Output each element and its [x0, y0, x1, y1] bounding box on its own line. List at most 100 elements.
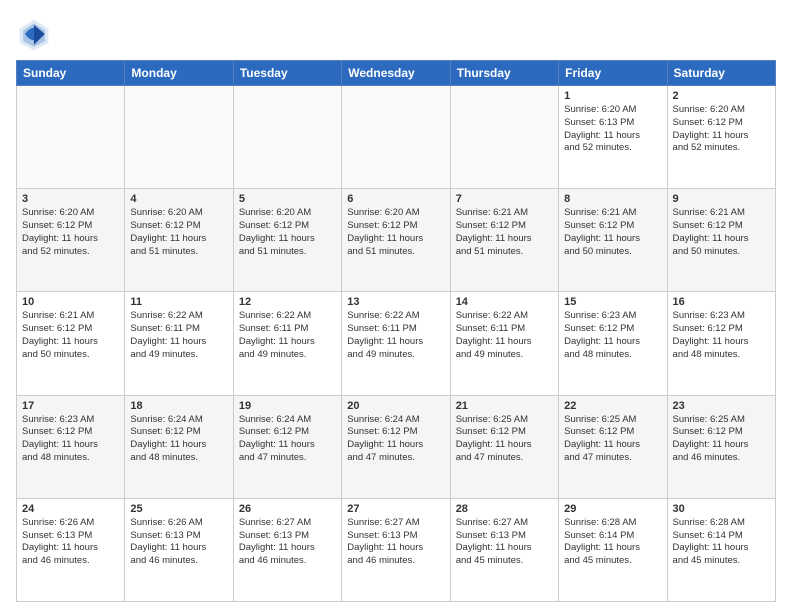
calendar-cell: 9Sunrise: 6:21 AM Sunset: 6:12 PM Daylig… — [667, 189, 775, 292]
day-number: 17 — [22, 400, 119, 412]
day-number: 23 — [673, 400, 770, 412]
calendar-cell: 14 Sunrise: 6:22 AM Sunset: 6:11 PM Dayli… — [450, 292, 558, 395]
calendar-cell: 13 Sunrise: 6:22 AM Sunset: 6:11 PM Dayli… — [342, 292, 450, 395]
day-number: 26 — [239, 503, 336, 515]
calendar-cell: 20 Sunrise: 6:24 AM Sunset: 6:12 PM Dayli… — [342, 395, 450, 498]
day-info: Sunrise: 6:22 AM Sunset: 6:11 PM Dayligh… — [347, 310, 444, 361]
calendar-cell: 4 Sunrise: 6:20 AM Sunset: 6:12 PM Daylig… — [125, 189, 233, 292]
day-number: 13 — [347, 296, 444, 308]
calendar-cell: 2 Sunrise: 6:20 AM Sunset: 6:12 PM Daylig… — [667, 86, 775, 189]
day-info: Sunrise: 6:28 AM Sunset: 6:14 PM Dayligh… — [673, 517, 770, 568]
day-info: Sunrise: 6:27 AM Sunset: 6:13 PM Dayligh… — [456, 517, 553, 568]
day-number: 11 — [130, 296, 227, 308]
calendar-cell: 28 Sunrise: 6:27 AM Sunset: 6:13 PM Dayli… — [450, 498, 558, 601]
calendar-cell: 11 Sunrise: 6:22 AM Sunset: 6:11 PM Dayli… — [125, 292, 233, 395]
day-number: 27 — [347, 503, 444, 515]
calendar-cell: 24 Sunrise: 6:26 AM Sunset: 6:13 PM Dayli… — [17, 498, 125, 601]
day-number: 20 — [347, 400, 444, 412]
day-number: 8 — [564, 193, 661, 205]
day-info: Sunrise: 6:22 AM Sunset: 6:11 PM Dayligh… — [456, 310, 553, 361]
calendar-cell: 1Sunrise: 6:20 AM Sunset: 6:13 PM Daylig… — [559, 86, 667, 189]
calendar-week-row: 3 Sunrise: 6:20 AM Sunset: 6:12 PM Daylig… — [17, 189, 776, 292]
day-number: 3 — [22, 193, 119, 205]
day-info: Sunrise: 6:24 AM Sunset: 6:12 PM Dayligh… — [130, 414, 227, 465]
day-info: Sunrise: 6:25 AM Sunset: 6:12 PM Dayligh… — [564, 414, 661, 465]
day-number: 30 — [673, 503, 770, 515]
day-number: 7 — [456, 193, 553, 205]
day-number: 12 — [239, 296, 336, 308]
day-number: 29 — [564, 503, 661, 515]
day-info: Sunrise: 6:20 AM Sunset: 6:12 PM Dayligh… — [22, 207, 119, 258]
weekday-header-saturday: Saturday — [667, 61, 775, 86]
calendar-week-row: 10 Sunrise: 6:21 AM Sunset: 6:12 PM Dayli… — [17, 292, 776, 395]
day-number: 6 — [347, 193, 444, 205]
calendar-cell: 18 Sunrise: 6:24 AM Sunset: 6:12 PM Dayli… — [125, 395, 233, 498]
day-info: Sunrise: 6:23 AM Sunset: 6:12 PM Dayligh… — [673, 310, 770, 361]
calendar-cell: 6 Sunrise: 6:20 AM Sunset: 6:12 PM Daylig… — [342, 189, 450, 292]
weekday-header-monday: Monday — [125, 61, 233, 86]
day-number: 25 — [130, 503, 227, 515]
day-info: Sunrise: 6:23 AM Sunset: 6:12 PM Dayligh… — [22, 414, 119, 465]
day-number: 24 — [22, 503, 119, 515]
day-info: Sunrise: 6:26 AM Sunset: 6:13 PM Dayligh… — [22, 517, 119, 568]
day-info: Sunrise: 6:24 AM Sunset: 6:12 PM Dayligh… — [239, 414, 336, 465]
day-info: Sunrise: 6:20 AM Sunset: 6:12 PM Dayligh… — [673, 104, 770, 155]
day-number: 5 — [239, 193, 336, 205]
day-number: 9 — [673, 193, 770, 205]
day-number: 10 — [22, 296, 119, 308]
day-number: 16 — [673, 296, 770, 308]
day-info: Sunrise: 6:20 AM Sunset: 6:12 PM Dayligh… — [130, 207, 227, 258]
day-info: Sunrise: 6:20 AM Sunset: 6:12 PM Dayligh… — [239, 207, 336, 258]
weekday-header-wednesday: Wednesday — [342, 61, 450, 86]
calendar-cell: 12 Sunrise: 6:22 AM Sunset: 6:11 PM Dayli… — [233, 292, 341, 395]
calendar-cell: 5 Sunrise: 6:20 AM Sunset: 6:12 PM Daylig… — [233, 189, 341, 292]
calendar-cell: 16 Sunrise: 6:23 AM Sunset: 6:12 PM Dayli… — [667, 292, 775, 395]
calendar-cell: 26 Sunrise: 6:27 AM Sunset: 6:13 PM Dayli… — [233, 498, 341, 601]
calendar-week-row: 17 Sunrise: 6:23 AM Sunset: 6:12 PM Dayli… — [17, 395, 776, 498]
logo — [16, 16, 56, 52]
calendar-week-row: 24 Sunrise: 6:26 AM Sunset: 6:13 PM Dayli… — [17, 498, 776, 601]
day-number: 28 — [456, 503, 553, 515]
calendar-cell — [233, 86, 341, 189]
calendar-cell: 30 Sunrise: 6:28 AM Sunset: 6:14 PM Dayli… — [667, 498, 775, 601]
day-info: Sunrise: 6:21 AM Sunset: 6:12 PM Dayligh… — [456, 207, 553, 258]
calendar-cell: 29Sunrise: 6:28 AM Sunset: 6:14 PM Dayli… — [559, 498, 667, 601]
calendar-week-row: 1Sunrise: 6:20 AM Sunset: 6:13 PM Daylig… — [17, 86, 776, 189]
calendar-cell — [125, 86, 233, 189]
day-number: 15 — [564, 296, 661, 308]
page: SundayMondayTuesdayWednesdayThursdayFrid… — [0, 0, 792, 612]
day-info: Sunrise: 6:24 AM Sunset: 6:12 PM Dayligh… — [347, 414, 444, 465]
calendar-cell: 7 Sunrise: 6:21 AM Sunset: 6:12 PM Daylig… — [450, 189, 558, 292]
calendar-cell — [17, 86, 125, 189]
calendar-cell: 19Sunrise: 6:24 AM Sunset: 6:12 PM Dayli… — [233, 395, 341, 498]
day-info: Sunrise: 6:27 AM Sunset: 6:13 PM Dayligh… — [239, 517, 336, 568]
calendar-cell — [450, 86, 558, 189]
calendar-cell: 10 Sunrise: 6:21 AM Sunset: 6:12 PM Dayli… — [17, 292, 125, 395]
day-info: Sunrise: 6:21 AM Sunset: 6:12 PM Dayligh… — [22, 310, 119, 361]
day-number: 2 — [673, 90, 770, 102]
calendar-cell: 17 Sunrise: 6:23 AM Sunset: 6:12 PM Dayli… — [17, 395, 125, 498]
weekday-header-tuesday: Tuesday — [233, 61, 341, 86]
calendar-table: SundayMondayTuesdayWednesdayThursdayFrid… — [16, 60, 776, 602]
calendar-cell: 15Sunrise: 6:23 AM Sunset: 6:12 PM Dayli… — [559, 292, 667, 395]
calendar-cell: 25 Sunrise: 6:26 AM Sunset: 6:13 PM Dayli… — [125, 498, 233, 601]
day-info: Sunrise: 6:26 AM Sunset: 6:13 PM Dayligh… — [130, 517, 227, 568]
day-info: Sunrise: 6:22 AM Sunset: 6:11 PM Dayligh… — [130, 310, 227, 361]
day-number: 14 — [456, 296, 553, 308]
weekday-header-sunday: Sunday — [17, 61, 125, 86]
day-number: 21 — [456, 400, 553, 412]
day-info: Sunrise: 6:21 AM Sunset: 6:12 PM Dayligh… — [564, 207, 661, 258]
day-number: 18 — [130, 400, 227, 412]
day-info: Sunrise: 6:27 AM Sunset: 6:13 PM Dayligh… — [347, 517, 444, 568]
weekday-header-friday: Friday — [559, 61, 667, 86]
header — [16, 16, 776, 52]
day-info: Sunrise: 6:22 AM Sunset: 6:11 PM Dayligh… — [239, 310, 336, 361]
logo-icon — [16, 16, 52, 52]
day-number: 4 — [130, 193, 227, 205]
weekday-header-thursday: Thursday — [450, 61, 558, 86]
calendar-cell: 23Sunrise: 6:25 AM Sunset: 6:12 PM Dayli… — [667, 395, 775, 498]
calendar-cell: 8 Sunrise: 6:21 AM Sunset: 6:12 PM Daylig… — [559, 189, 667, 292]
calendar-cell: 3 Sunrise: 6:20 AM Sunset: 6:12 PM Daylig… — [17, 189, 125, 292]
day-number: 1 — [564, 90, 661, 102]
day-info: Sunrise: 6:20 AM Sunset: 6:12 PM Dayligh… — [347, 207, 444, 258]
